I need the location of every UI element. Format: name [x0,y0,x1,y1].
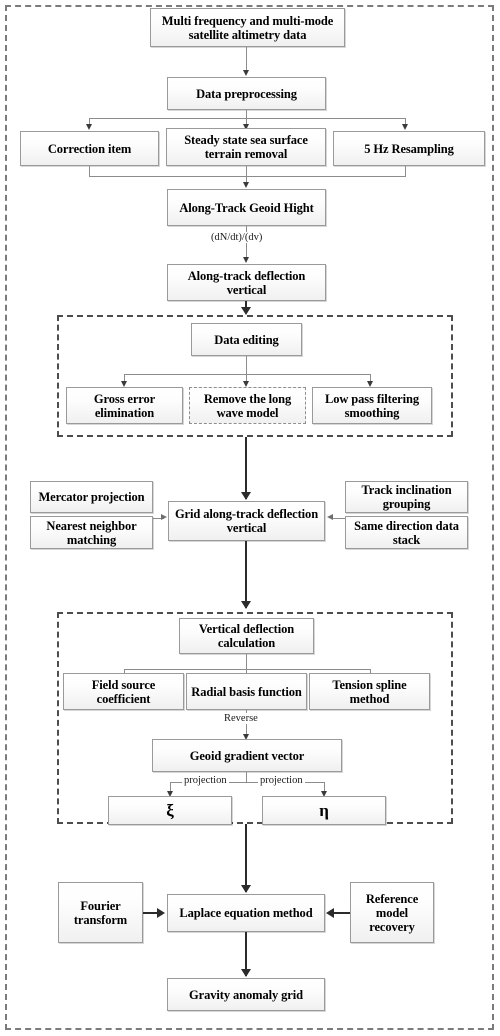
connector-resampling-out [405,166,406,176]
box-eta[interactable]: η [262,796,386,825]
arrowhead-gravity-anomaly [241,969,251,977]
connector-preprocessing-stem [246,110,247,118]
arrowhead-grid-along-track [241,492,251,500]
arrowhead-resampling [402,124,408,130]
connector-vertical-deflection-stem [246,654,247,669]
arrowhead-vertical-deflection-group [241,601,251,609]
arrowhead-grid-left [161,514,167,520]
edge-label-derivative: (dN/dt)/(dv) [209,232,265,243]
arrowhead-correction [86,124,92,130]
connector-right-inputs-to-grid [331,518,345,519]
connector-reference-to-laplace [334,912,350,914]
arrowhead-geoid-height [243,182,249,188]
arrowhead-data-editing-group [241,307,251,315]
box-5hz-resampling[interactable]: 5 Hz Resampling [333,131,485,166]
flowchart-canvas: Multi frequency and multi-mode satellite… [0,0,500,1036]
box-remove-the-long-wave-model[interactable]: Remove the long wave model [189,387,306,424]
arrowhead-along-track-deflection [243,257,249,263]
arrowhead-grid-right [327,514,333,520]
box-steady-state-terrain-removal[interactable]: Steady state sea surface terrain removal [166,128,326,166]
box-fourier-transform[interactable]: Fourier transform [58,882,143,943]
box-reference-model-recovery[interactable]: Reference model recovery [350,882,434,943]
box-grid-along-track-deflection-vertical[interactable]: Grid along-track deflection vertical [168,501,325,541]
box-gross-error-elimination[interactable]: Gross error elimination [66,387,183,424]
box-field-source-coefficient[interactable]: Field source coefficient [63,673,184,710]
connector-merge-bus [89,176,406,177]
box-radial-basis-function[interactable]: Radial basis function [186,673,307,710]
box-tension-spline-method[interactable]: Tension spline method [309,673,430,710]
connector-gradient-stem [246,772,247,782]
box-mercator-projection[interactable]: Mercator projection [30,481,153,513]
arrowhead-laplace [241,885,251,893]
arrowhead-laplace-left [157,908,165,918]
box-low-pass-filtering-smoothing[interactable]: Low pass filtering smoothing [312,387,432,424]
connector-grid-to-vertical-deflection [245,541,247,608]
box-track-inclination-grouping[interactable]: Track inclination grouping [345,481,468,513]
edge-label-projection-left: projection [182,775,229,786]
box-data-preprocessing[interactable]: Data preprocessing [167,77,326,110]
box-along-track-deflection-vertical[interactable]: Along-track deflection vertical [167,264,326,301]
connector-editing-group-to-grid [245,437,247,499]
box-laplace-equation-method[interactable]: Laplace equation method [167,894,325,932]
box-geoid-gradient-vector[interactable]: Geoid gradient vector [152,739,342,772]
box-xi[interactable]: ξ [108,796,232,825]
box-same-direction-data-stack[interactable]: Same direction data stack [345,516,468,549]
edge-label-projection-right: projection [258,775,305,786]
connector-preprocessing-bus [89,118,405,119]
box-source-data[interactable]: Multi frequency and multi-mode satellite… [150,8,345,47]
box-vertical-deflection-calculation[interactable]: Vertical deflection calculation [179,618,314,654]
connector-group-b-to-laplace [245,824,247,892]
connector-vertical-deflection-bus [124,669,371,670]
arrowhead-preprocessing [243,70,249,76]
box-along-track-geoid-height[interactable]: Along-Track Geoid Hight [167,189,326,226]
box-correction-item[interactable]: Correction item [20,131,159,166]
box-gravity-anomaly-grid[interactable]: Gravity anomaly grid [167,978,325,1011]
box-nearest-neighbor-matching[interactable]: Nearest neighbor matching [30,516,153,549]
connector-editing-stem [246,356,247,374]
arrowhead-laplace-right [326,908,334,918]
box-data-editing[interactable]: Data editing [191,323,302,356]
connector-correction-out [89,166,90,176]
connector-editing-bus [124,374,371,375]
edge-label-reverse: Reverse [222,713,260,724]
